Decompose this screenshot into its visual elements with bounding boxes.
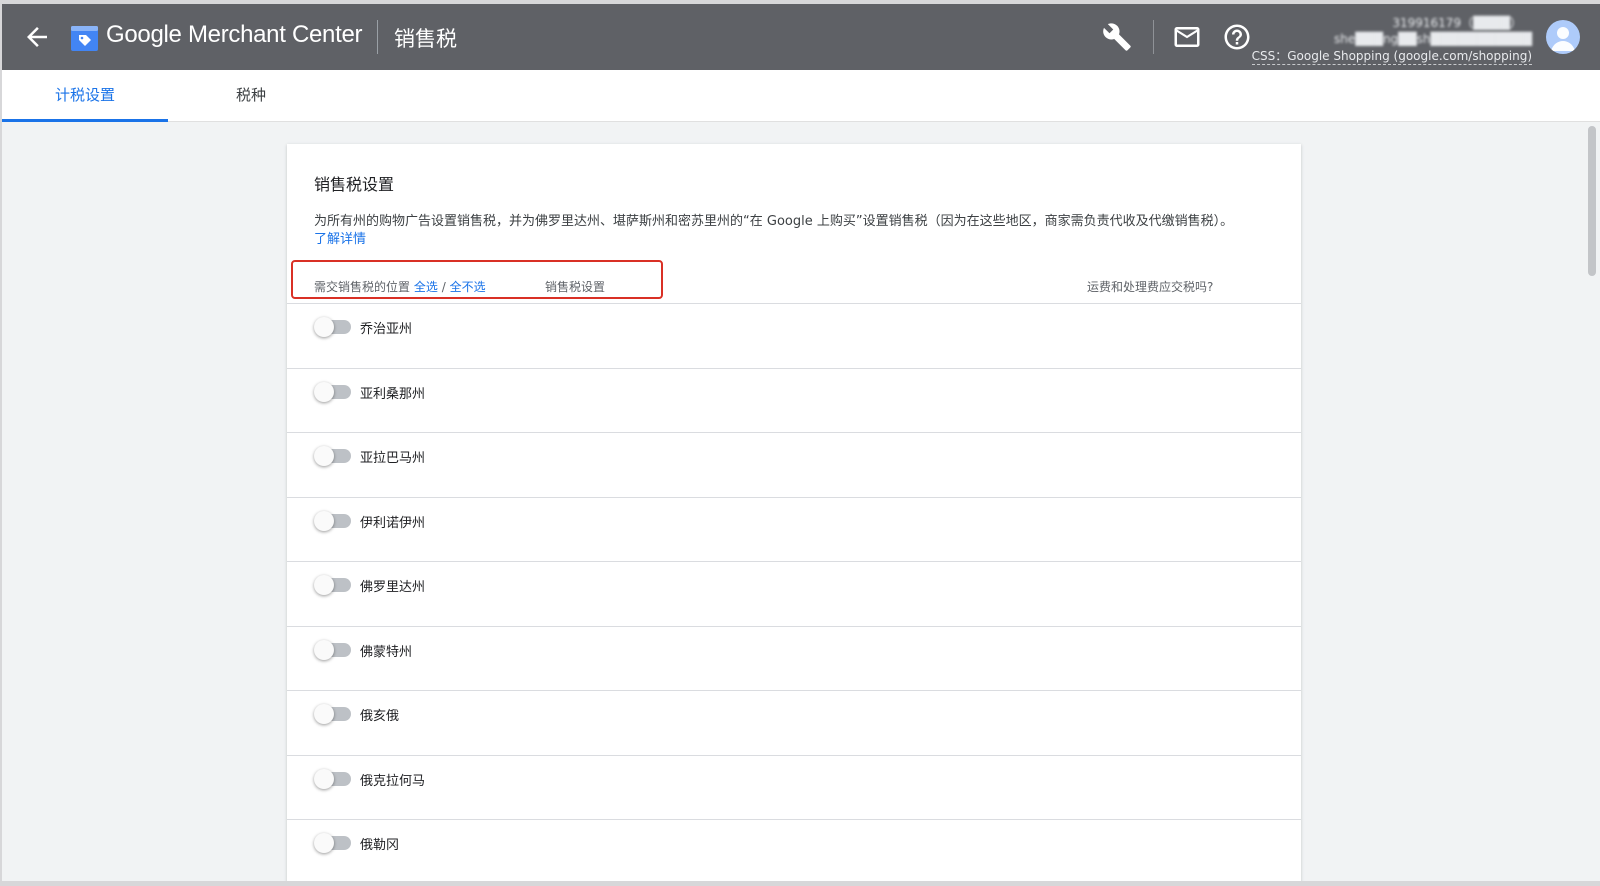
table-row: 亚利桑那州: [287, 369, 1301, 433]
state-toggle[interactable]: [314, 510, 354, 532]
app-window: Google Merchant Center 销售税 319916179（███…: [2, 4, 1600, 881]
deselect-all-link[interactable]: 全不选: [450, 280, 486, 294]
tab-tax-settings[interactable]: 计税设置: [2, 70, 168, 122]
state-name: 亚利桑那州: [360, 386, 426, 402]
table-row: 佛罗里达州: [287, 562, 1301, 627]
top-app-bar: Google Merchant Center 销售税 319916179（███…: [2, 4, 1600, 70]
scrollbar-thumb[interactable]: [1588, 126, 1596, 276]
page-title: 销售税: [394, 27, 457, 51]
card-description: 为所有州的购物广告设置销售税，并为佛罗里达州、堪萨斯州和密苏里州的“在 Goog…: [314, 214, 1234, 229]
table-row: 俄克拉何马: [287, 756, 1301, 820]
state-name: 乔治亚州: [360, 322, 413, 337]
state-toggle[interactable]: [314, 832, 354, 854]
wrench-icon[interactable]: [1102, 22, 1132, 52]
table-row: 乔治亚州: [287, 304, 1301, 369]
account-email: she███ng██sh███████████: [1334, 32, 1532, 46]
table-row: 俄亥俄: [287, 691, 1301, 756]
state-toggle[interactable]: [314, 445, 354, 467]
learn-more-link[interactable]: 了解详情: [314, 228, 366, 247]
back-arrow-icon[interactable]: [22, 22, 52, 52]
product-name: Google Merchant Center: [106, 21, 363, 48]
shipping-taxable-column-header: 运费和处理费应交税吗?: [1087, 280, 1214, 294]
state-name: 佛蒙特州: [360, 644, 413, 660]
account-id: 319916179（████）: [1392, 16, 1522, 30]
state-name: 伊利诺伊州: [360, 515, 426, 531]
sales-tax-settings-card: 销售税设置 为所有州的购物广告设置销售税，并为佛罗里达州、堪萨斯州和密苏里州的“…: [287, 144, 1301, 881]
state-toggle[interactable]: [314, 574, 354, 596]
state-toggle[interactable]: [314, 381, 354, 403]
table-row: 伊利诺伊州: [287, 498, 1301, 562]
account-switcher[interactable]: 319916179（████） she███ng██sh███████████ …: [1251, 10, 1532, 66]
location-header-label: 需交销售税的位置: [314, 280, 411, 294]
state-name: 佛罗里达州: [360, 580, 426, 595]
state-toggle[interactable]: [314, 639, 354, 661]
state-name: 亚拉巴马州: [360, 451, 426, 466]
mail-icon[interactable]: [1172, 22, 1202, 52]
state-toggle[interactable]: [314, 703, 354, 725]
state-toggle[interactable]: [314, 316, 354, 338]
state-name: 俄克拉何马: [360, 773, 426, 789]
tax-setting-column-header: 销售税设置: [545, 280, 606, 294]
icons-divider: [1153, 20, 1154, 54]
state-list: 乔治亚州 亚利桑那州 亚拉巴马州 伊利诺伊州 佛罗里达州 佛蒙特州 俄亥俄 俄克…: [287, 304, 1301, 881]
state-toggle[interactable]: [314, 768, 354, 790]
state-name: 俄亥俄: [360, 709, 400, 724]
avatar[interactable]: [1546, 20, 1580, 54]
card-title: 销售税设置: [314, 175, 395, 194]
tab-bar: 计税设置 税种: [2, 70, 1600, 122]
select-all-link[interactable]: 全选: [414, 280, 438, 294]
table-header: 需交销售税的位置 全选 / 全不选 销售税设置 运费和处理费应交税吗?: [287, 270, 1301, 304]
help-icon[interactable]: [1222, 22, 1252, 52]
vertical-scrollbar[interactable]: [1584, 122, 1600, 881]
table-row: 亚拉巴马州: [287, 433, 1301, 498]
tab-tax-types[interactable]: 税种: [168, 70, 334, 122]
link-separator: /: [441, 280, 446, 294]
header-divider: [377, 20, 378, 54]
merchant-center-logo-icon: [70, 23, 99, 52]
state-name: 俄勒冈: [360, 838, 400, 853]
location-column-header: 需交销售税的位置 全选 / 全不选: [314, 278, 486, 295]
table-row: 佛蒙特州: [287, 627, 1301, 691]
css-label: CSS：Google Shopping (google.com/shopping…: [1251, 49, 1532, 65]
table-row: 俄勒冈: [287, 820, 1301, 881]
